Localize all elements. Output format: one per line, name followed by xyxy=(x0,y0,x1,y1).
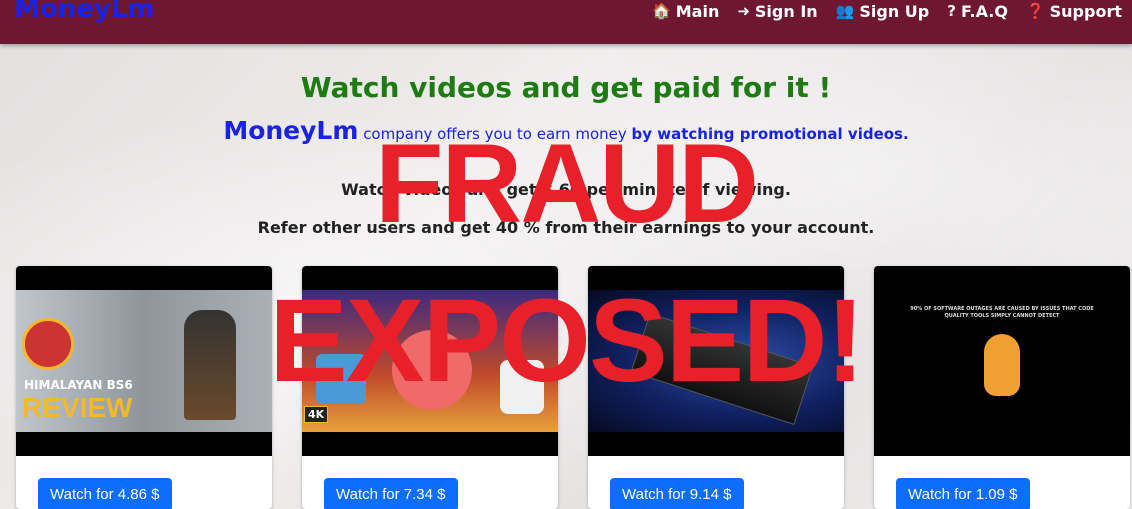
home-icon: 🏠 xyxy=(652,2,671,20)
nav-item-sign-up[interactable]: 👥 Sign Up xyxy=(836,2,930,21)
nav-label-support: Support xyxy=(1049,1,1122,21)
fraud-overlay: FRAUD xyxy=(375,121,759,246)
nav-label-sign-in: Sign In xyxy=(754,1,818,21)
page-headline: Watch videos and get paid for it ! xyxy=(300,71,832,104)
nav-item-faq[interactable]: ? F.A.Q xyxy=(947,2,1008,21)
user-plus-icon: 👥 xyxy=(835,2,855,20)
sign-in-icon: ➜ xyxy=(737,2,750,20)
top-navbar: MoneyLm 🏠 Main ➜ Sign In 👥 Sign Up ? F.A… xyxy=(0,0,1132,44)
nav-label-faq: F.A.Q xyxy=(960,1,1008,21)
watch-button[interactable]: Watch for 7.34 $ xyxy=(324,478,458,509)
nav-item-main[interactable]: 🏠 Main xyxy=(652,2,719,21)
exposed-overlay: EXPOSED! xyxy=(269,275,865,407)
brand-logo[interactable]: MoneyLm xyxy=(14,0,155,24)
question-icon: ? xyxy=(947,2,956,20)
nav-menu: 🏠 Main ➜ Sign In 👥 Sign Up ? F.A.Q ❓ Sup… xyxy=(652,0,1122,22)
watch-button[interactable]: Watch for 9.14 $ xyxy=(610,478,744,509)
watch-button[interactable]: Watch for 4.86 $ xyxy=(38,478,172,509)
nav-item-support[interactable]: ❓ Support xyxy=(1026,2,1122,21)
question-circle-icon: ❓ xyxy=(1025,2,1045,20)
4k-badge: 4K xyxy=(304,406,329,423)
nav-label-main: Main xyxy=(675,1,720,21)
nav-item-sign-in[interactable]: ➜ Sign In xyxy=(737,2,817,21)
watch-button[interactable]: Watch for 1.09 $ xyxy=(896,478,1030,509)
nav-label-sign-up: Sign Up xyxy=(859,1,930,21)
